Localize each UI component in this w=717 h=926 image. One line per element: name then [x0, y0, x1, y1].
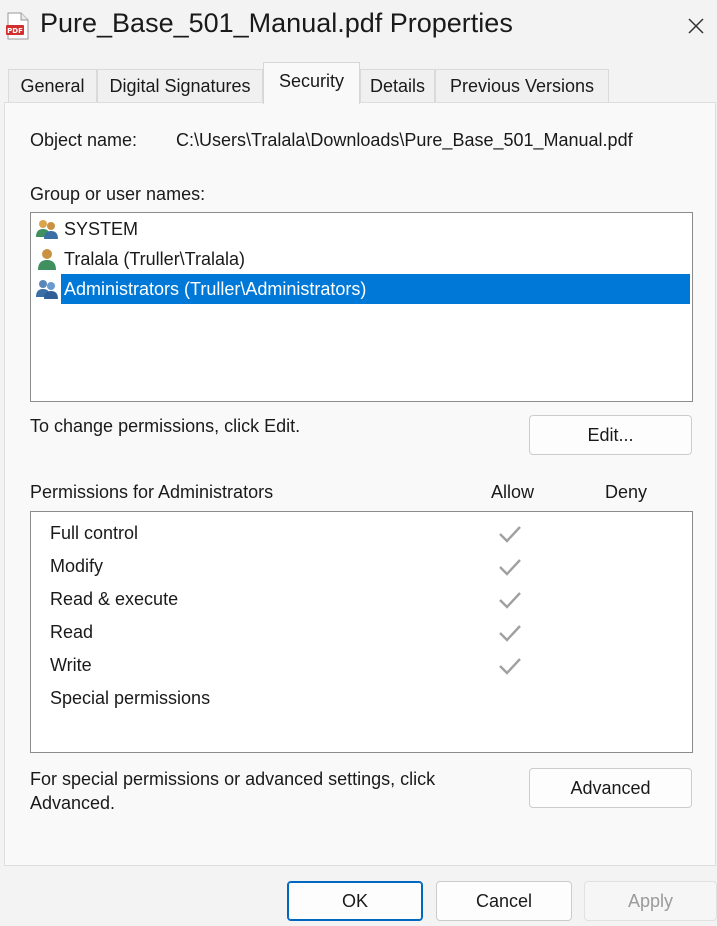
permission-name: Special permissions	[50, 688, 211, 708]
permission-row: Read	[31, 616, 692, 649]
permission-row: Full control	[31, 517, 692, 550]
permission-row: Modify	[31, 550, 692, 583]
allow-header: Allow	[491, 482, 535, 502]
apply-button[interactable]: Apply	[584, 881, 717, 921]
advanced-button[interactable]: Advanced	[529, 768, 692, 808]
checkmark-icon	[499, 592, 521, 609]
object-name-label: Object name:	[30, 130, 138, 150]
group-user-label: Group or user names:	[30, 184, 206, 204]
user-group-icon	[33, 215, 61, 243]
advanced-hint-line1: For special permissions or advanced sett…	[30, 769, 436, 789]
checkmark-icon	[499, 625, 521, 642]
tab-general[interactable]: General	[8, 69, 97, 103]
tab-bar: General Digital Signatures Security Deta…	[0, 62, 717, 104]
permission-row: Read & execute	[31, 583, 692, 616]
cancel-button[interactable]: Cancel	[436, 881, 572, 921]
ok-button[interactable]: OK	[287, 881, 423, 921]
list-item-label: SYSTEM	[64, 219, 139, 239]
list-item-tralala[interactable]: Tralala (Truller\Tralala)	[33, 244, 690, 274]
list-item-administrators[interactable]: Administrators (Truller\Administrators)	[33, 274, 690, 304]
tab-details[interactable]: Details	[360, 69, 435, 103]
window-title: Pure_Base_501_Manual.pdf Properties	[40, 8, 513, 38]
permission-name: Full control	[50, 523, 139, 543]
object-name-value: C:\Users\Tralala\Downloads\Pure_Base_501…	[176, 130, 633, 150]
permission-name: Modify	[50, 556, 104, 576]
list-item-system[interactable]: SYSTEM	[33, 214, 690, 244]
advanced-hint-line2: Advanced.	[30, 793, 116, 813]
checkmark-icon	[499, 559, 521, 576]
checkmark-icon	[499, 526, 521, 543]
permissions-list[interactable]: Full control Modify Read & execute Read …	[30, 511, 693, 753]
list-item-label: Administrators (Truller\Administrators)	[61, 274, 690, 304]
permission-name: Write	[50, 655, 92, 675]
close-icon	[688, 18, 704, 34]
permission-row: Write	[31, 649, 692, 682]
edit-button[interactable]: Edit...	[529, 415, 692, 455]
pdf-file-icon: PDF	[6, 12, 30, 40]
tab-previous-versions[interactable]: Previous Versions	[435, 69, 609, 103]
permissions-label: Permissions for Administrators	[30, 482, 274, 502]
list-item-label: Tralala (Truller\Tralala)	[64, 249, 246, 269]
permission-name: Read & execute	[50, 589, 179, 609]
checkmark-icon	[499, 658, 521, 675]
tab-security[interactable]: Security	[263, 62, 360, 104]
user-group-icon	[33, 275, 61, 303]
user-icon	[33, 245, 61, 273]
tab-digital-signatures[interactable]: Digital Signatures	[97, 69, 263, 103]
close-button[interactable]	[676, 8, 716, 44]
title-bar: PDF Pure_Base_501_Manual.pdf Properties	[0, 0, 717, 52]
group-user-list[interactable]: SYSTEM Tralala (Truller\Tralala) Adminis…	[30, 212, 693, 402]
permission-name: Read	[50, 622, 94, 642]
deny-header: Deny	[605, 482, 648, 502]
change-permissions-hint: To change permissions, click Edit.	[30, 416, 301, 436]
permission-row: Special permissions	[31, 682, 692, 715]
pdf-icon-text: PDF	[7, 27, 23, 35]
